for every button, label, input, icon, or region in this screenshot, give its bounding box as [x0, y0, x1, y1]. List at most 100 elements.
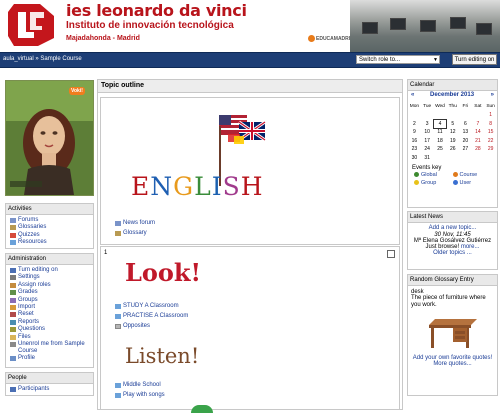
header-classroom-photo — [350, 0, 500, 52]
calendar-day[interactable]: 11 — [434, 128, 447, 137]
key-global[interactable]: Global — [414, 172, 453, 178]
link-study-classroom[interactable]: STUDY A Classroom — [115, 303, 179, 309]
admin-files[interactable]: Files — [10, 334, 93, 341]
calendar-day[interactable]: 2 — [408, 120, 421, 129]
key-user[interactable]: User — [452, 180, 492, 186]
admin-reset[interactable]: Reset — [10, 311, 93, 318]
admin-grades[interactable]: Grades — [10, 289, 93, 296]
admin-assign-roles[interactable]: Assign roles — [10, 282, 93, 289]
breadcrumb[interactable]: aula_virtual » Sample Course — [3, 56, 82, 62]
link-opposites[interactable]: Opposites — [115, 323, 150, 329]
groups-icon — [10, 297, 16, 303]
calendar-day[interactable]: 28 — [472, 145, 485, 154]
key-group[interactable]: Group — [414, 180, 453, 186]
calendar-day[interactable]: 16 — [408, 137, 421, 146]
activity-forums[interactable]: Forums — [10, 217, 93, 224]
calendar-day[interactable]: 17 — [421, 137, 434, 146]
calendar-day-today[interactable]: 4 — [432, 118, 448, 129]
more-quotes-link[interactable]: More quotes... — [408, 361, 497, 367]
calendar-title: Calendar — [408, 80, 497, 91]
uk-us-flags-image — [219, 115, 266, 144]
voki-badge[interactable]: Voki! — [69, 87, 85, 95]
admin-profile[interactable]: Profile — [10, 355, 93, 362]
calendar-day[interactable]: 19 — [446, 137, 459, 146]
school-name: ies leonardo da vinci — [66, 1, 247, 20]
calendar-day[interactable]: 12 — [446, 128, 459, 137]
educamadrid-logo-icon — [308, 35, 315, 42]
page-icon — [115, 324, 121, 329]
calendar-day[interactable]: 3 — [421, 120, 434, 129]
calendar-day[interactable]: 21 — [472, 137, 485, 146]
add-topic-link[interactable]: Add a new topic... — [408, 225, 497, 231]
events-key-label: Events key — [412, 165, 442, 171]
calendar-day[interactable]: 6 — [459, 120, 471, 129]
calendar-day[interactable]: 1 — [484, 111, 497, 120]
global-dot-icon — [414, 172, 419, 178]
link-practise-classroom[interactable]: PRACTISE A Classroom — [115, 313, 188, 319]
activity-glossaries[interactable]: Glossaries — [10, 224, 93, 231]
monitor-icon — [390, 18, 406, 30]
calendar-day[interactable]: 24 — [421, 145, 434, 154]
activities-block: Activities Forums Glossaries Quizzes Res… — [5, 203, 94, 249]
calendar-day[interactable]: 14 — [472, 128, 485, 137]
calendar-day[interactable]: 30 — [408, 154, 421, 163]
calendar-week: 16 17 18 19 20 21 22 — [408, 137, 497, 146]
people-participants[interactable]: Participants — [10, 386, 93, 393]
calendar-day — [408, 111, 421, 120]
avatar-illustration — [6, 81, 93, 195]
english-title-image: ENGLISH — [131, 172, 264, 201]
calendar-day[interactable]: 5 — [446, 120, 459, 129]
older-topics-link[interactable]: Older topics ... — [408, 250, 497, 256]
calendar-next-button[interactable]: » — [491, 92, 494, 98]
link-play-with-songs[interactable]: Play with songs — [115, 392, 165, 398]
calendar-month[interactable]: December 2013 — [430, 92, 474, 98]
calendar-day[interactable]: 31 — [421, 154, 434, 163]
admin-turn-editing[interactable]: Turn editing on — [10, 267, 93, 274]
calendar-grid: Mon Tue Wed Thu Fri Sat Sun 1 2345678 91… — [408, 101, 497, 162]
calendar-day[interactable]: 20 — [459, 137, 471, 146]
educamadrid-label[interactable]: EDUCAMADRID — [316, 36, 354, 42]
calendar-day[interactable]: 9 — [408, 128, 421, 137]
calendar-prev-button[interactable]: « — [411, 92, 414, 98]
calendar-day[interactable]: 10 — [421, 128, 434, 137]
admin-questions[interactable]: Questions — [10, 326, 93, 333]
calendar-day[interactable]: 25 — [434, 145, 447, 154]
topic-outline-panel: Topic outline ENGLISH News forum Glossar… — [97, 79, 403, 413]
roles-icon — [10, 282, 16, 288]
latest-news-block: Latest News Add a new topic... 30 Nov, 1… — [407, 211, 498, 270]
section-highlight-checkbox[interactable] — [387, 250, 395, 258]
calendar-day[interactable]: 23 — [408, 145, 421, 154]
voki-avatar-widget[interactable]: Voki! — [5, 80, 94, 196]
calendar-day[interactable]: 29 — [484, 145, 497, 154]
switch-role-select[interactable]: Switch role to... ▼ — [356, 55, 440, 64]
link-glossary[interactable]: Glossary — [115, 230, 147, 236]
link-middle-school[interactable]: Middle School — [115, 382, 161, 388]
admin-settings[interactable]: Settings — [10, 274, 93, 281]
admin-unenrol[interactable]: Unenrol me from Sample Course — [10, 341, 93, 355]
key-course[interactable]: Course — [452, 172, 492, 178]
section-1: 1 Look! STUDY A Classroom PRACTISE A Cla… — [100, 246, 400, 413]
calendar-nav: « December 2013 » — [408, 91, 497, 101]
group-dot-icon — [414, 180, 419, 186]
calendar-day[interactable]: 8 — [484, 120, 497, 129]
school-logo[interactable] — [6, 2, 56, 48]
weekday-label: Thu — [448, 103, 457, 109]
admin-groups[interactable]: Groups — [10, 297, 93, 304]
resource-icon — [115, 393, 121, 398]
calendar-day[interactable]: 27 — [459, 145, 471, 154]
weekday-label: Sat — [474, 103, 482, 109]
profile-icon — [10, 355, 16, 361]
turn-editing-on-button[interactable]: Turn editing on — [452, 54, 497, 65]
admin-reports[interactable]: Reports — [10, 319, 93, 326]
weekday-label: Wed — [435, 103, 445, 109]
activity-quizzes[interactable]: Quizzes — [10, 232, 93, 239]
activity-resources[interactable]: Resources — [10, 239, 93, 246]
calendar-day[interactable]: 13 — [459, 128, 471, 137]
calendar-day[interactable]: 15 — [484, 128, 497, 137]
calendar-day[interactable]: 22 — [484, 137, 497, 146]
admin-import[interactable]: Import — [10, 304, 93, 311]
calendar-day[interactable]: 26 — [446, 145, 459, 154]
calendar-day[interactable]: 18 — [434, 137, 447, 146]
link-news-forum[interactable]: News forum — [115, 220, 155, 226]
calendar-day[interactable]: 7 — [472, 120, 485, 129]
